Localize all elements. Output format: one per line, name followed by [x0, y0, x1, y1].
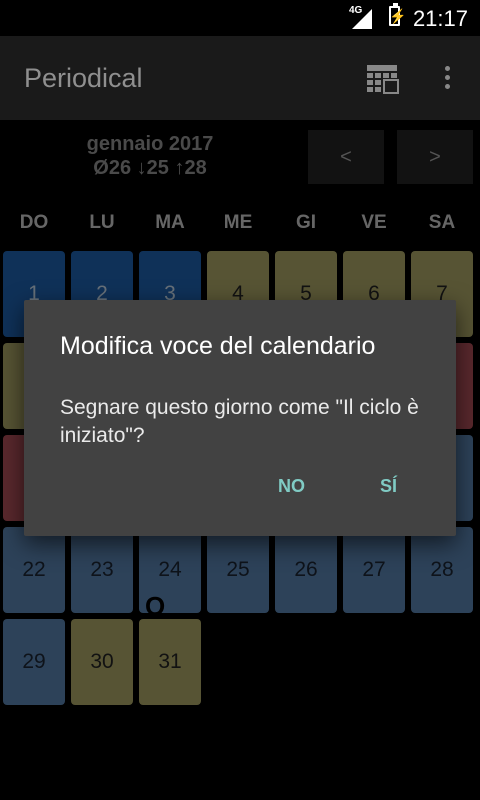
dialog-title: Modifica voce del calendario	[60, 332, 376, 360]
battery-icon: ⚡	[389, 3, 407, 26]
no-button[interactable]: NO	[272, 475, 311, 498]
dialog-message: Segnare questo giorno come "Il ciclo è i…	[60, 396, 419, 447]
clock: 21:17	[412, 6, 468, 31]
calendar-icon[interactable]	[366, 62, 400, 94]
app-title: Periodical	[24, 63, 143, 93]
app-bar: Periodical	[0, 36, 480, 120]
status-bar: 4G ⚡ 21:17	[0, 0, 480, 36]
signal-icon	[352, 9, 372, 29]
edit-entry-dialog: Modifica voce del calendario Segnare que…	[24, 300, 456, 536]
overflow-menu-icon[interactable]	[440, 66, 454, 96]
yes-button[interactable]: SÍ	[374, 475, 403, 498]
